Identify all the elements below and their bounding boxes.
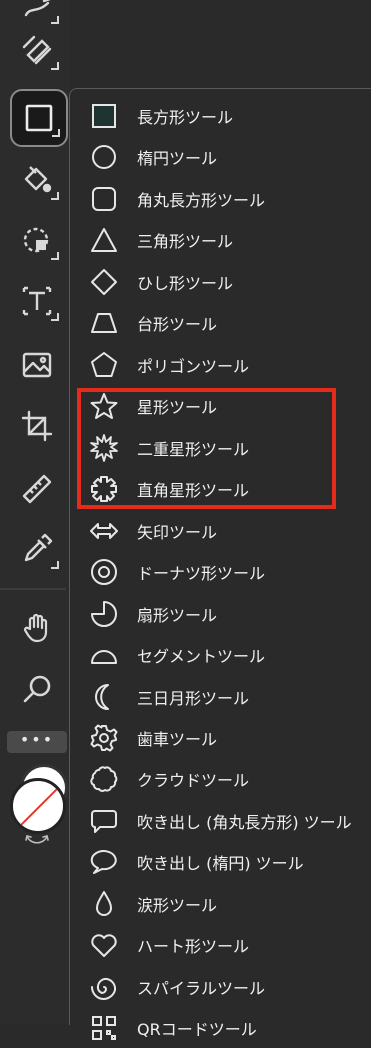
rounded-rectangle-icon <box>92 186 116 211</box>
spiral-icon <box>90 977 117 1000</box>
eyedropper-icon <box>24 533 53 562</box>
menu-item-label: 角丸長方形ツール <box>137 190 266 210</box>
menu-item-heart[interactable]: ハート形ツール <box>70 924 371 965</box>
cloud-icon <box>90 765 118 792</box>
menu-item-ellipse[interactable]: 楕円ツール <box>70 136 371 177</box>
text-icon <box>22 286 52 316</box>
fill-bucket-icon <box>24 166 52 193</box>
menu-item-speech-bubble-rect[interactable]: 吹き出し (角丸長方形) ツール <box>70 800 371 841</box>
crescent-icon <box>95 683 109 710</box>
qr-code-icon <box>92 1015 116 1040</box>
none-indicator <box>15 781 63 831</box>
eyedropper-tool[interactable] <box>9 521 65 577</box>
lasso-selection-icon <box>23 227 49 253</box>
triangle-icon <box>91 227 117 252</box>
shape-tool[interactable] <box>10 89 68 147</box>
menu-item-crescent[interactable]: 三日月形ツール <box>70 676 371 717</box>
menu-item-label: 矢印ツール <box>137 522 218 542</box>
image-icon <box>22 352 52 378</box>
menu-item-polygon[interactable]: ポリゴンツール <box>70 344 371 385</box>
menu-item-label: ひし形ツール <box>137 273 234 293</box>
zoom-tool[interactable] <box>9 662 65 718</box>
rectangle-icon <box>92 103 116 128</box>
segment-icon <box>91 649 117 664</box>
menu-item-spiral[interactable]: スパイラルツール <box>70 966 371 1007</box>
menu-item-label: 歯車ツール <box>137 729 218 749</box>
ruler-pen-tool[interactable] <box>9 22 65 78</box>
menu-item-label: ハート形ツール <box>137 936 250 956</box>
menu-item-triangle[interactable]: 三角形ツール <box>70 219 371 260</box>
sector-icon <box>91 600 117 627</box>
swap-colors-icon[interactable] <box>24 832 50 848</box>
menu-item-label: 三日月形ツール <box>137 688 250 708</box>
shape-tool-menu: 長方形ツール 楕円ツール 角丸長方形ツール 三角形ツール ひし形ツール 台形ツー… <box>69 88 371 1040</box>
menu-item-cloud[interactable]: クラウドツール <box>70 758 371 799</box>
curve-pen-icon <box>24 0 51 17</box>
double-arrow-icon <box>90 522 118 539</box>
rectangle-icon <box>25 104 53 132</box>
menu-item-arrow[interactable]: 矢印ツール <box>70 510 371 551</box>
crop-tool[interactable] <box>9 398 65 454</box>
crop-icon <box>21 410 53 442</box>
heart-icon <box>91 933 117 957</box>
fill-color-swatch[interactable] <box>10 778 66 834</box>
donut-icon <box>91 558 117 585</box>
lasso-selection-tool[interactable] <box>9 212 65 268</box>
menu-item-diamond[interactable]: ひし形ツール <box>70 261 371 302</box>
menu-item-trapezoid[interactable]: 台形ツール <box>70 302 371 343</box>
menu-item-segment[interactable]: セグメントツール <box>70 634 371 675</box>
menu-item-label: ポリゴンツール <box>137 356 250 376</box>
fill-bucket-tool[interactable] <box>9 152 65 208</box>
ellipse-icon <box>92 144 116 169</box>
menu-item-donut[interactable]: ドーナツ形ツール <box>70 551 371 592</box>
menu-item-label: 長方形ツール <box>137 107 234 127</box>
hand-tool[interactable] <box>9 600 65 656</box>
more-tools-button[interactable]: ••• <box>7 731 67 753</box>
pentagon-icon <box>91 351 117 377</box>
speech-bubble-ellipse-icon <box>90 849 117 874</box>
menu-item-label: クラウドツール <box>137 770 250 790</box>
menu-item-rounded-rectangle[interactable]: 角丸長方形ツール <box>70 178 371 219</box>
menu-item-label: 台形ツール <box>137 314 218 334</box>
trapezoid-icon <box>91 312 117 333</box>
highlight-box <box>77 388 336 509</box>
gear-icon <box>90 724 118 751</box>
speech-bubble-rect-icon <box>91 809 117 833</box>
menu-item-label: 涙形ツール <box>137 895 218 915</box>
hand-icon <box>23 613 48 643</box>
menu-item-qr-code[interactable]: QRコードツール <box>70 1007 371 1048</box>
menu-item-label: ドーナツ形ツール <box>137 563 266 583</box>
image-tool[interactable] <box>9 337 65 393</box>
menu-item-label: 扇形ツール <box>137 605 218 625</box>
menu-item-label: スパイラルツール <box>137 978 266 998</box>
menu-item-speech-bubble-ellipse[interactable]: 吹き出し (楕円) ツール <box>70 841 371 882</box>
text-tool[interactable] <box>9 273 65 329</box>
teardrop-icon <box>96 890 112 916</box>
menu-item-label: QRコードツール <box>137 1019 257 1039</box>
toolbar-divider <box>0 588 66 590</box>
zoom-icon <box>23 675 51 703</box>
menu-item-label: 吹き出し (楕円) ツール <box>137 853 304 873</box>
menu-item-teardrop[interactable]: 涙形ツール <box>70 883 371 924</box>
ruler-pen-icon <box>22 35 52 65</box>
measure-icon <box>22 474 52 504</box>
menu-item-sector[interactable]: 扇形ツール <box>70 593 371 634</box>
menu-item-gear[interactable]: 歯車ツール <box>70 717 371 758</box>
menu-item-label: 吹き出し (角丸長方形) ツール <box>137 812 352 832</box>
menu-item-label: 楕円ツール <box>137 148 218 168</box>
tool-panel: ••• <box>0 0 70 1024</box>
menu-item-rectangle[interactable]: 長方形ツール <box>70 95 371 136</box>
menu-item-label: 三角形ツール <box>137 231 234 251</box>
diamond-icon <box>91 268 117 295</box>
menu-item-label: セグメントツール <box>137 646 266 666</box>
measure-tool[interactable] <box>9 461 65 517</box>
